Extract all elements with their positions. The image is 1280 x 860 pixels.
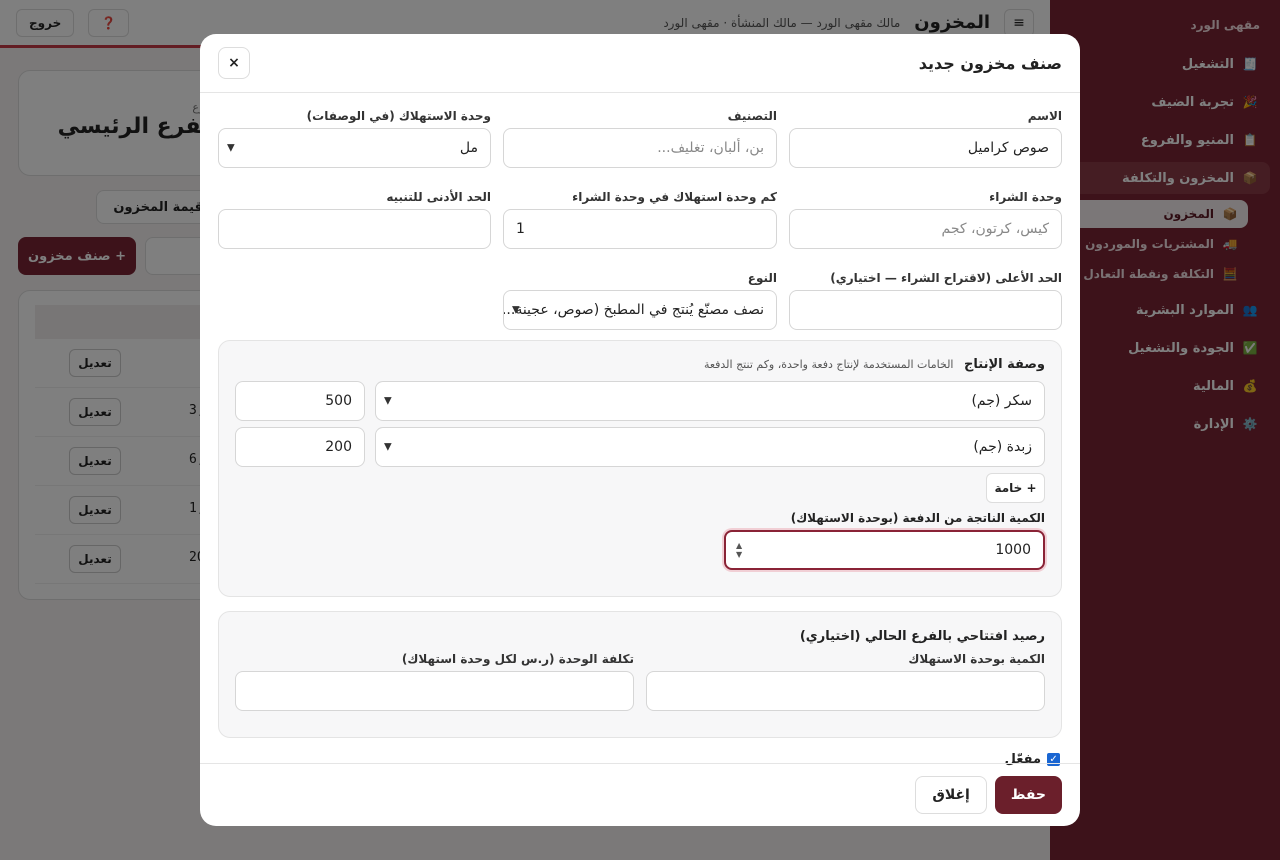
units-per-purchase-label: كم وحدة استهلاك في وحدة الشراء [572,190,777,204]
close-icon[interactable]: × [218,47,250,79]
modal-title: صنف مخزون جديد [918,53,1062,73]
chevron-down-icon: ▼ [384,441,392,453]
ingredient-select[interactable]: سكر (جم) ▼ [375,381,1045,421]
ingredient-name: زبدة (جم) [973,439,1032,455]
name-input[interactable]: صوص كراميل [789,128,1062,168]
units-per-purchase-input[interactable]: 1 [503,209,777,249]
chevron-down-icon: ▼ [384,395,392,407]
category-input[interactable]: بن، ألبان، تغليف... [503,128,777,168]
purchase-unit-field-group: وحدة الشراء كيس، كرتون، كجم [789,190,1062,250]
chevron-down-icon: ▼ [512,304,520,316]
recipe-hint: الخامات المستخدمة لإنتاج دفعة واحدة، وكم… [703,358,954,371]
ingredient-name: سكر (جم) [971,393,1032,409]
type-select[interactable]: نصف مصنّع يُنتج في المطبخ (صوص، عجينة...… [503,290,777,330]
recipe-title: وصفة الإنتاج [964,357,1045,372]
opening-qty-field-group: الكمية بوحدة الاستهلاك [646,652,1045,712]
yield-input[interactable]: 1000 ▲ ▼ [724,530,1045,570]
opening-cost-label: تكلفة الوحدة (ر.س لكل وحدة استهلاك) [401,652,634,666]
save-button[interactable]: حفظ [994,776,1062,814]
yield-label: الكمية الناتجة من الدفعة (بوحدة الاستهلا… [790,511,1045,525]
opening-cost-input[interactable] [235,671,634,711]
yield-value: 1000 [995,542,1031,558]
consumption-unit-select[interactable]: مل ▼ [218,128,491,168]
min-alert-input[interactable] [218,209,491,249]
consumption-unit-field-group: وحدة الاستهلاك (في الوصفات) مل ▼ [218,109,491,169]
min-alert-label: الحد الأدنى للتنبيه [386,190,491,204]
ingredient-qty-input[interactable]: 200 [235,427,365,467]
category-label: التصنيف [727,109,777,123]
consumption-unit-label: وحدة الاستهلاك (في الوصفات) [306,109,491,123]
name-label: الاسم [1027,109,1062,123]
purchase-unit-label: وحدة الشراء [989,190,1062,204]
max-level-field-group: الحد الأعلى (لاقتراح الشراء — اختياري) [789,271,1062,331]
max-level-input[interactable] [789,290,1062,330]
close-button[interactable]: إغلاق [915,776,987,814]
opening-cost-field-group: تكلفة الوحدة (ر.س لكل وحدة استهلاك) [235,652,634,712]
min-alert-field-group: الحد الأدنى للتنبيه [218,190,491,250]
modal-header: صنف مخزون جديد × [200,34,1080,93]
max-level-label: الحد الأعلى (لاقتراح الشراء — اختياري) [830,271,1062,285]
consumption-unit-value: مل [459,140,478,156]
new-item-modal: صنف مخزون جديد × الاسم صوص كراميل التصني… [200,34,1080,826]
ingredient-qty-input[interactable]: 500 [235,381,365,421]
category-field-group: التصنيف بن، ألبان، تغليف... [503,109,777,169]
opening-qty-label: الكمية بوحدة الاستهلاك [908,652,1045,666]
type-label: النوع [747,271,777,285]
opening-title: رصيد افتتاحي بالفرع الحالي (اختياري) [799,629,1045,644]
type-value: نصف مصنّع يُنتج في المطبخ (صوص، عجينة...… [503,302,764,318]
modal-body: الاسم صوص كراميل التصنيف بن، ألبان، تغلي… [200,94,1080,763]
chevron-down-icon: ▼ [227,142,235,154]
recipe-heading: وصفة الإنتاج الخامات المستخدمة لإنتاج دف… [704,357,1045,372]
opening-qty-input[interactable] [646,671,1045,711]
type-field-group: النوع نصف مصنّع يُنتج في المطبخ (صوص، عج… [503,271,777,331]
ingredient-select[interactable]: زبدة (جم) ▼ [375,427,1045,467]
units-per-purchase-field-group: كم وحدة استهلاك في وحدة الشراء 1 [503,190,777,250]
name-field-group: الاسم صوص كراميل [789,109,1062,169]
purchase-unit-input[interactable]: كيس، كرتون، كجم [789,209,1062,249]
add-ingredient-button[interactable]: + خامة [986,473,1045,503]
modal-footer: حفظ إغلاق [200,763,1080,826]
production-recipe-panel: وصفة الإنتاج الخامات المستخدمة لإنتاج دف… [218,340,1062,597]
opening-balance-panel: رصيد افتتاحي بالفرع الحالي (اختياري) الك… [218,611,1062,738]
number-spinner-icon[interactable]: ▲ ▼ [736,541,742,559]
